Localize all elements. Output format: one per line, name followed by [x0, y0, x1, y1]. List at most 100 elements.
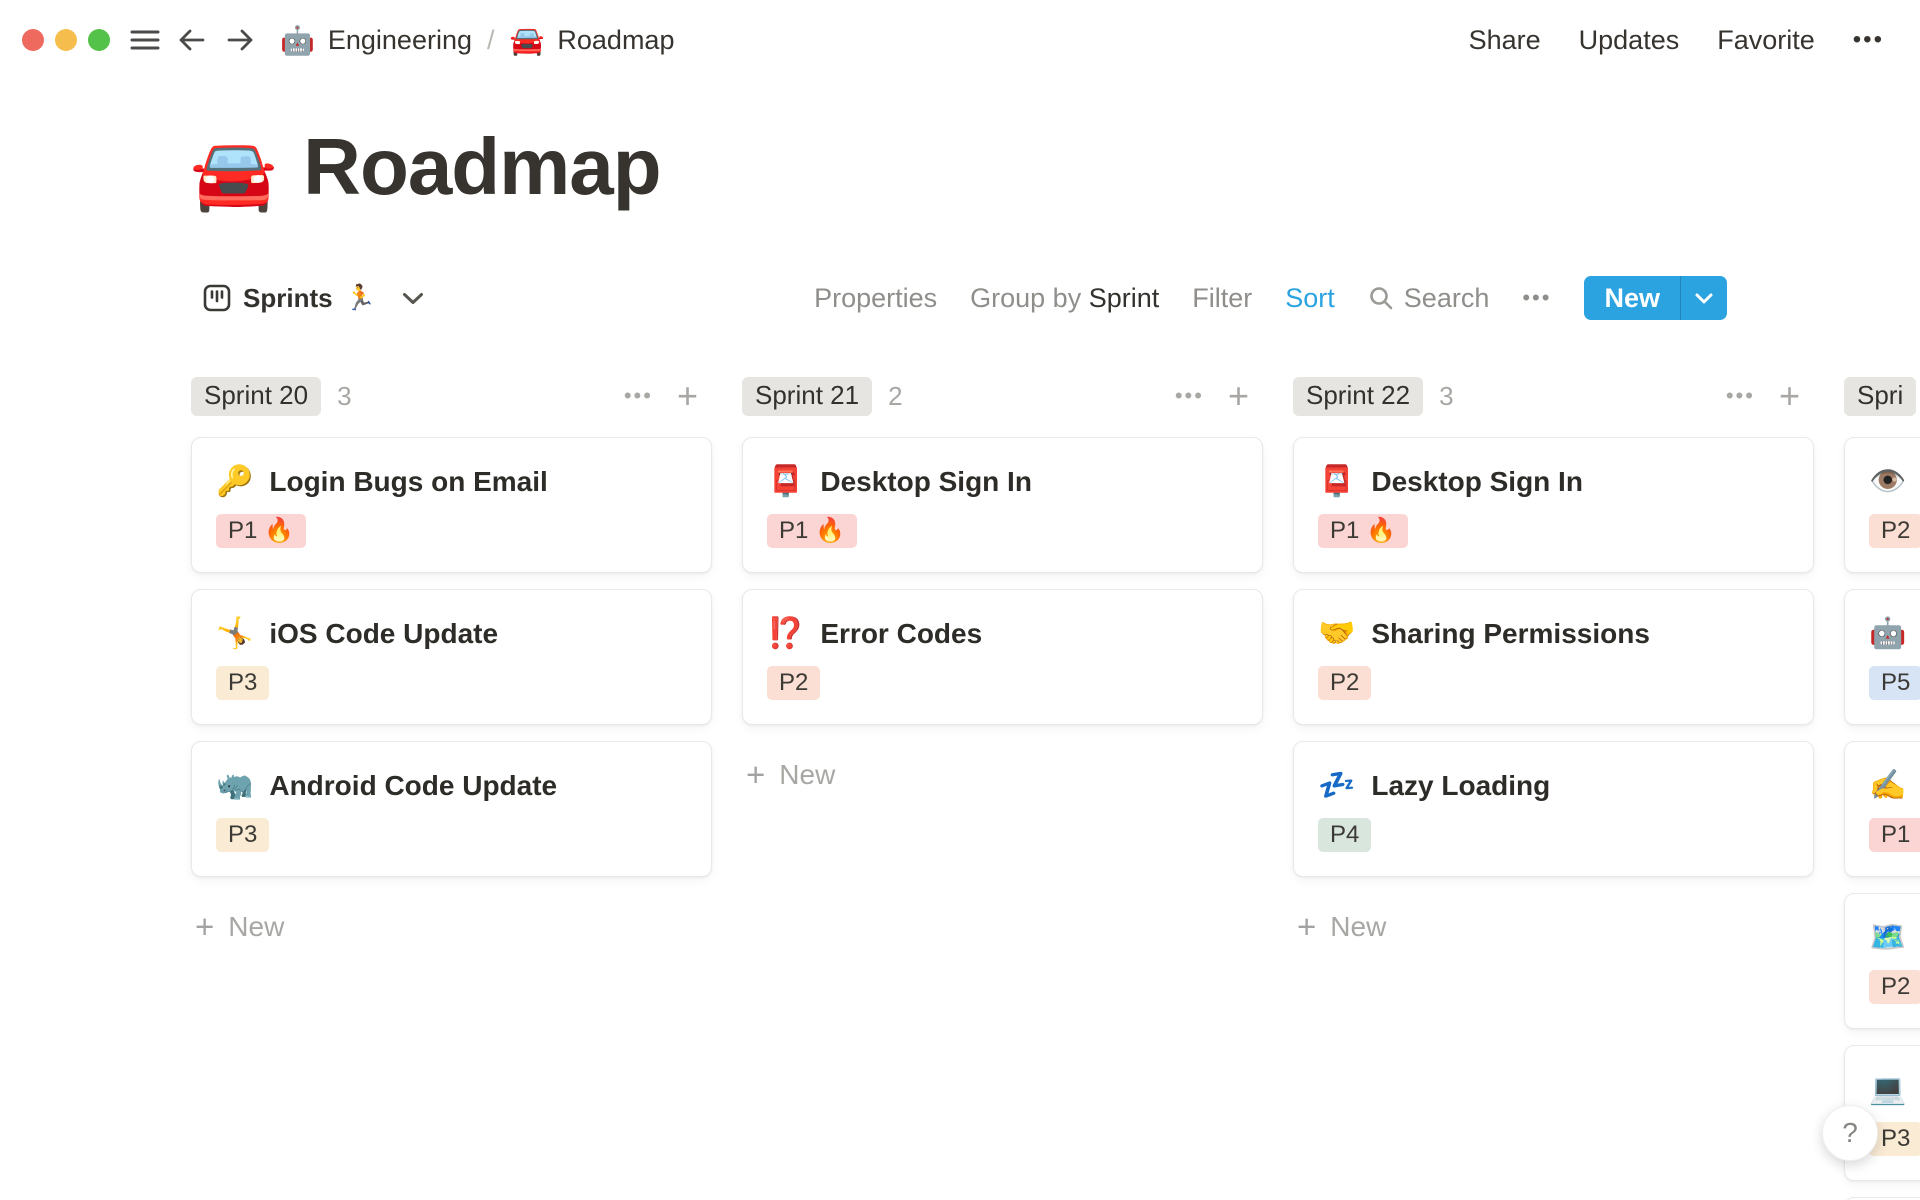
- zoom-window-button[interactable]: [88, 29, 110, 51]
- card-emoji-icon: 💤: [1318, 769, 1356, 802]
- forward-arrow-icon[interactable]: [224, 25, 256, 55]
- breadcrumb-page[interactable]: Roadmap: [557, 25, 674, 56]
- runner-emoji-icon: 🏃: [344, 283, 376, 312]
- new-card-label: New: [228, 911, 285, 942]
- page-icon[interactable]: 🚘: [190, 139, 277, 209]
- minimize-window-button[interactable]: [55, 29, 77, 51]
- card-tags: P1 🔥: [1318, 514, 1789, 548]
- column-more-icon[interactable]: •••: [1726, 383, 1755, 409]
- column-add-icon[interactable]: +: [677, 377, 698, 413]
- group-by-button[interactable]: Group by Sprint: [970, 283, 1159, 314]
- column-count: 3: [1439, 380, 1454, 411]
- board-card[interactable]: 🤸 iOS Code Update P3: [191, 589, 712, 725]
- plus-icon: +: [195, 907, 215, 945]
- column-title-pill[interactable]: Spri: [1844, 376, 1917, 416]
- card-emoji-icon: 🤸: [216, 617, 254, 650]
- breadcrumb-separator: /: [487, 24, 495, 55]
- board-card[interactable]: 📮 Desktop Sign In P1 🔥: [742, 437, 1263, 573]
- filter-button[interactable]: Filter: [1192, 283, 1252, 314]
- new-card-label: New: [779, 759, 836, 790]
- column-count: 3: [337, 380, 352, 411]
- column-cards: 🔑 Login Bugs on Email P1 🔥 🤸 iOS Code Up…: [191, 437, 712, 877]
- board-card[interactable]: 🗺️ R P2: [1844, 893, 1920, 1029]
- column-title-pill[interactable]: Sprint 22: [1293, 376, 1424, 416]
- card-tags: P2: [1869, 514, 1920, 548]
- card-tags: P2: [1869, 970, 1920, 1004]
- column-title-pill[interactable]: Sprint 21: [742, 376, 873, 416]
- card-emoji-icon: 🔑: [216, 465, 254, 498]
- new-button[interactable]: New: [1584, 276, 1727, 320]
- new-card-label: New: [1330, 911, 1387, 942]
- card-title: Error Codes: [820, 618, 983, 649]
- column-count: 2: [888, 380, 903, 411]
- search-button[interactable]: Search: [1368, 283, 1489, 314]
- view-toolbar: Sprints 🏃 Properties Group by Sprint Fil…: [0, 275, 1920, 321]
- new-card-button[interactable]: + New: [742, 758, 1263, 791]
- view-tab-sprints[interactable]: Sprints 🏃: [203, 283, 424, 314]
- card-tags: P5: [1869, 666, 1920, 700]
- column-actions: ••• +: [624, 377, 698, 413]
- priority-tag: P2: [767, 666, 821, 700]
- priority-tag: P3: [216, 818, 270, 852]
- board-card[interactable]: 🔑 Login Bugs on Email P1 🔥: [191, 437, 712, 573]
- board-card[interactable]: 🤝 Sharing Permissions P2: [1293, 589, 1814, 725]
- favorite-button[interactable]: Favorite: [1717, 25, 1815, 56]
- updates-button[interactable]: Updates: [1579, 25, 1680, 56]
- card-emoji-icon: ⁉️: [767, 617, 805, 650]
- board-card[interactable]: 🤖 I P5: [1844, 589, 1920, 725]
- share-button[interactable]: Share: [1469, 25, 1541, 56]
- sidebar-menu-icon[interactable]: [130, 28, 160, 52]
- help-button[interactable]: ?: [1822, 1105, 1878, 1161]
- breadcrumb-workspace[interactable]: Engineering: [328, 25, 472, 56]
- card-emoji-icon: 🤝: [1318, 617, 1356, 650]
- new-card-button[interactable]: + New: [1293, 907, 1814, 945]
- board-card[interactable]: 📮 Desktop Sign In P1 🔥: [1293, 437, 1814, 573]
- card-emoji-icon: 📮: [767, 465, 805, 498]
- more-options-icon[interactable]: •••: [1853, 26, 1884, 54]
- card-tags: P1 🔥: [216, 514, 687, 548]
- card-title: Android Code Update: [269, 770, 558, 801]
- priority-tag: P1 🔥: [1869, 818, 1920, 852]
- column-actions: ••• +: [1175, 377, 1249, 413]
- card-emoji-icon: ✍️: [1869, 769, 1907, 802]
- page-emoji-icon: 🚘: [509, 24, 545, 56]
- priority-tag: P1 🔥: [216, 514, 306, 548]
- column-add-icon[interactable]: +: [1779, 377, 1800, 413]
- breadcrumb: 🤖 Engineering / 🚘 Roadmap: [280, 24, 674, 57]
- column-actions: ••• +: [1726, 377, 1800, 413]
- column-header: Sprint 20 3 ••• +: [191, 376, 712, 416]
- column-header: Sprint 21 2 ••• +: [742, 376, 1263, 416]
- page-header: 🚘 Roadmap: [190, 125, 1920, 210]
- sort-button[interactable]: Sort: [1285, 283, 1335, 314]
- column-add-icon[interactable]: +: [1228, 377, 1249, 413]
- kanban-board: Sprint 20 3 ••• + 🔑 Login Bugs on Email …: [0, 376, 1920, 1200]
- new-card-button[interactable]: + New: [191, 907, 712, 945]
- board-column: Spri ••• + 👁️ M P2 🤖 I P5 ✍️ R P1 🔥 �: [1844, 376, 1920, 1200]
- properties-button[interactable]: Properties: [814, 283, 937, 314]
- back-arrow-icon[interactable]: [176, 25, 208, 55]
- board-card[interactable]: 🦏 Android Code Update P3: [191, 741, 712, 877]
- board-view-icon: [203, 284, 231, 312]
- card-emoji-icon: 👁️: [1869, 465, 1907, 498]
- card-tags: P2: [1318, 666, 1789, 700]
- board-card[interactable]: ✍️ R P1 🔥: [1844, 741, 1920, 877]
- card-emoji-icon: 💻: [1869, 1073, 1907, 1106]
- board-card[interactable]: 💤 Lazy Loading P4: [1293, 741, 1814, 877]
- column-title-pill[interactable]: Sprint 20: [191, 376, 322, 416]
- column-header: Sprint 22 3 ••• +: [1293, 376, 1814, 416]
- page-title[interactable]: Roadmap: [303, 125, 661, 209]
- plus-icon: +: [1297, 907, 1317, 945]
- column-more-icon[interactable]: •••: [624, 383, 653, 409]
- board-card[interactable]: ⁉️ Error Codes P2: [742, 589, 1263, 725]
- close-window-button[interactable]: [22, 29, 44, 51]
- view-more-icon[interactable]: •••: [1522, 285, 1551, 311]
- board-card[interactable]: 👁️ M P2: [1844, 437, 1920, 573]
- card-tags: P1 🔥: [767, 514, 1238, 548]
- new-button-chevron-icon[interactable]: [1681, 276, 1727, 320]
- priority-tag: P2: [1318, 666, 1372, 700]
- priority-tag: P3: [216, 666, 270, 700]
- column-more-icon[interactable]: •••: [1175, 383, 1204, 409]
- column-cards: 👁️ M P2 🤖 I P5 ✍️ R P1 🔥 🗺️ R P2 💻 D P3: [1844, 437, 1920, 1200]
- card-tags: P2: [767, 666, 1238, 700]
- card-tags: P1 🔥: [1869, 818, 1920, 852]
